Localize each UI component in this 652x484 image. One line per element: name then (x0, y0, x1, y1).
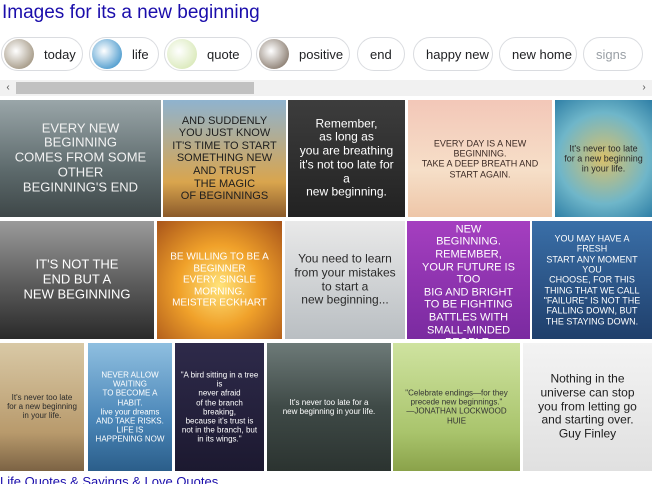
image-result[interactable]: YOU MAY HAVE A FRESH START ANY MOMENT YO… (532, 221, 652, 339)
image-result[interactable]: "A bird sitting in a tree is never afrai… (175, 343, 264, 471)
image-quote-text: It's never too late for a new beginning … (564, 142, 643, 174)
image-result[interactable]: Nothing in the universe can stop you fro… (523, 343, 652, 471)
image-quote-text: AND SUDDENLY YOU JUST KNOW IT'S TIME TO … (172, 114, 277, 203)
image-result[interactable]: It's never too late for a new beginning … (267, 343, 391, 471)
chip-label: happy new (426, 46, 489, 62)
image-result[interactable]: AND SUDDENLY YOU JUST KNOW IT'S TIME TO … (163, 100, 286, 217)
image-quote-text: Nothing in the universe can stop you fro… (538, 371, 637, 441)
image-result[interactable]: IT'S A NEW DAY, A NEW BEGINNING. REMEMBE… (407, 221, 530, 339)
image-result[interactable]: Remember, as long as you are breathing i… (288, 100, 405, 217)
image-quote-text: YOU MAY HAVE A FRESH START ANY MOMENT YO… (543, 233, 641, 327)
chip-today[interactable]: today (1, 37, 83, 71)
chip-label: end (370, 46, 392, 62)
image-quote-text: EVERY DAY IS A NEW BEGINNING. TAKE A DEE… (421, 137, 539, 179)
scroll-left-arrow[interactable]: ‹ (0, 80, 16, 96)
image-quote-text: IT'S A NEW DAY, A NEW BEGINNING. REMEMBE… (422, 221, 515, 339)
chip-label: life (132, 46, 149, 62)
chip-thumbnail (92, 39, 122, 69)
image-quote-text: IT'S NOT THE END BUT A NEW BEGINNING (23, 256, 131, 302)
chip-new-home[interactable]: new home (499, 37, 577, 71)
image-quote-text: "A bird sitting in a tree is never afrai… (180, 370, 259, 444)
horizontal-scrollbar[interactable]: ‹ › (0, 80, 652, 96)
image-result[interactable]: NEVER ALLOW WAITING TO BECOME A HABIT. l… (88, 343, 172, 471)
chip-happy-new[interactable]: happy new (413, 37, 493, 71)
chip-end[interactable]: end (357, 37, 405, 71)
chip-thumbnail (4, 39, 34, 69)
image-quote-text: It's never too late for a new beginning … (282, 397, 376, 416)
chip-label: today (44, 46, 76, 62)
page-title[interactable]: Images for its a new beginning (2, 0, 260, 26)
next-result-title[interactable]: Life Quotes & Sayings & Love Quotes (0, 474, 652, 484)
image-result[interactable]: EVERY DAY IS A NEW BEGINNING. TAKE A DEE… (408, 100, 552, 217)
chip-label: signs (596, 46, 627, 62)
image-result[interactable]: "Celebrate endings—for they precede new … (393, 343, 520, 471)
chip-thumbnail (167, 39, 197, 69)
image-result[interactable]: IT'S NOT THE END BUT A NEW BEGINNING (0, 221, 154, 339)
scroll-right-arrow[interactable]: › (636, 80, 652, 96)
scrollbar-thumb[interactable] (16, 82, 254, 94)
image-quote-text: It's never too late for a new beginning … (7, 393, 77, 421)
image-quote-text: BE WILLING TO BE A BEGINNER EVERY SINGLE… (170, 251, 269, 309)
image-quote-text: Remember, as long as you are breathing i… (299, 116, 394, 200)
chip-life[interactable]: life (89, 37, 159, 71)
chip-thumbnail (259, 39, 289, 69)
image-result[interactable]: BE WILLING TO BE A BEGINNER EVERY SINGLE… (157, 221, 282, 339)
image-result[interactable]: It's never too late for a new beginning … (0, 343, 84, 471)
chip-label: positive (299, 46, 344, 62)
chip-label: new home (512, 46, 572, 62)
chip-quote[interactable]: quote (164, 37, 252, 71)
chip-signs[interactable]: signs (583, 37, 643, 71)
chip-label: quote (207, 46, 240, 62)
image-quote-text: You need to learn from your mistakes to … (294, 251, 396, 307)
image-quote-text: EVERY NEW BEGINNING COMES FROM SOME OTHE… (14, 120, 147, 195)
image-result[interactable]: EVERY NEW BEGINNING COMES FROM SOME OTHE… (0, 100, 161, 217)
image-quote-text: "Celebrate endings—for they precede new … (405, 388, 508, 426)
chip-positive[interactable]: positive (256, 37, 350, 71)
image-result[interactable]: You need to learn from your mistakes to … (285, 221, 405, 339)
image-quote-text: NEVER ALLOW WAITING TO BECOME A HABIT. l… (95, 370, 165, 444)
refinement-chips: today life quote positive end happy new new ho… (0, 36, 652, 74)
image-result[interactable]: It's never too late for a new beginning … (555, 100, 652, 217)
